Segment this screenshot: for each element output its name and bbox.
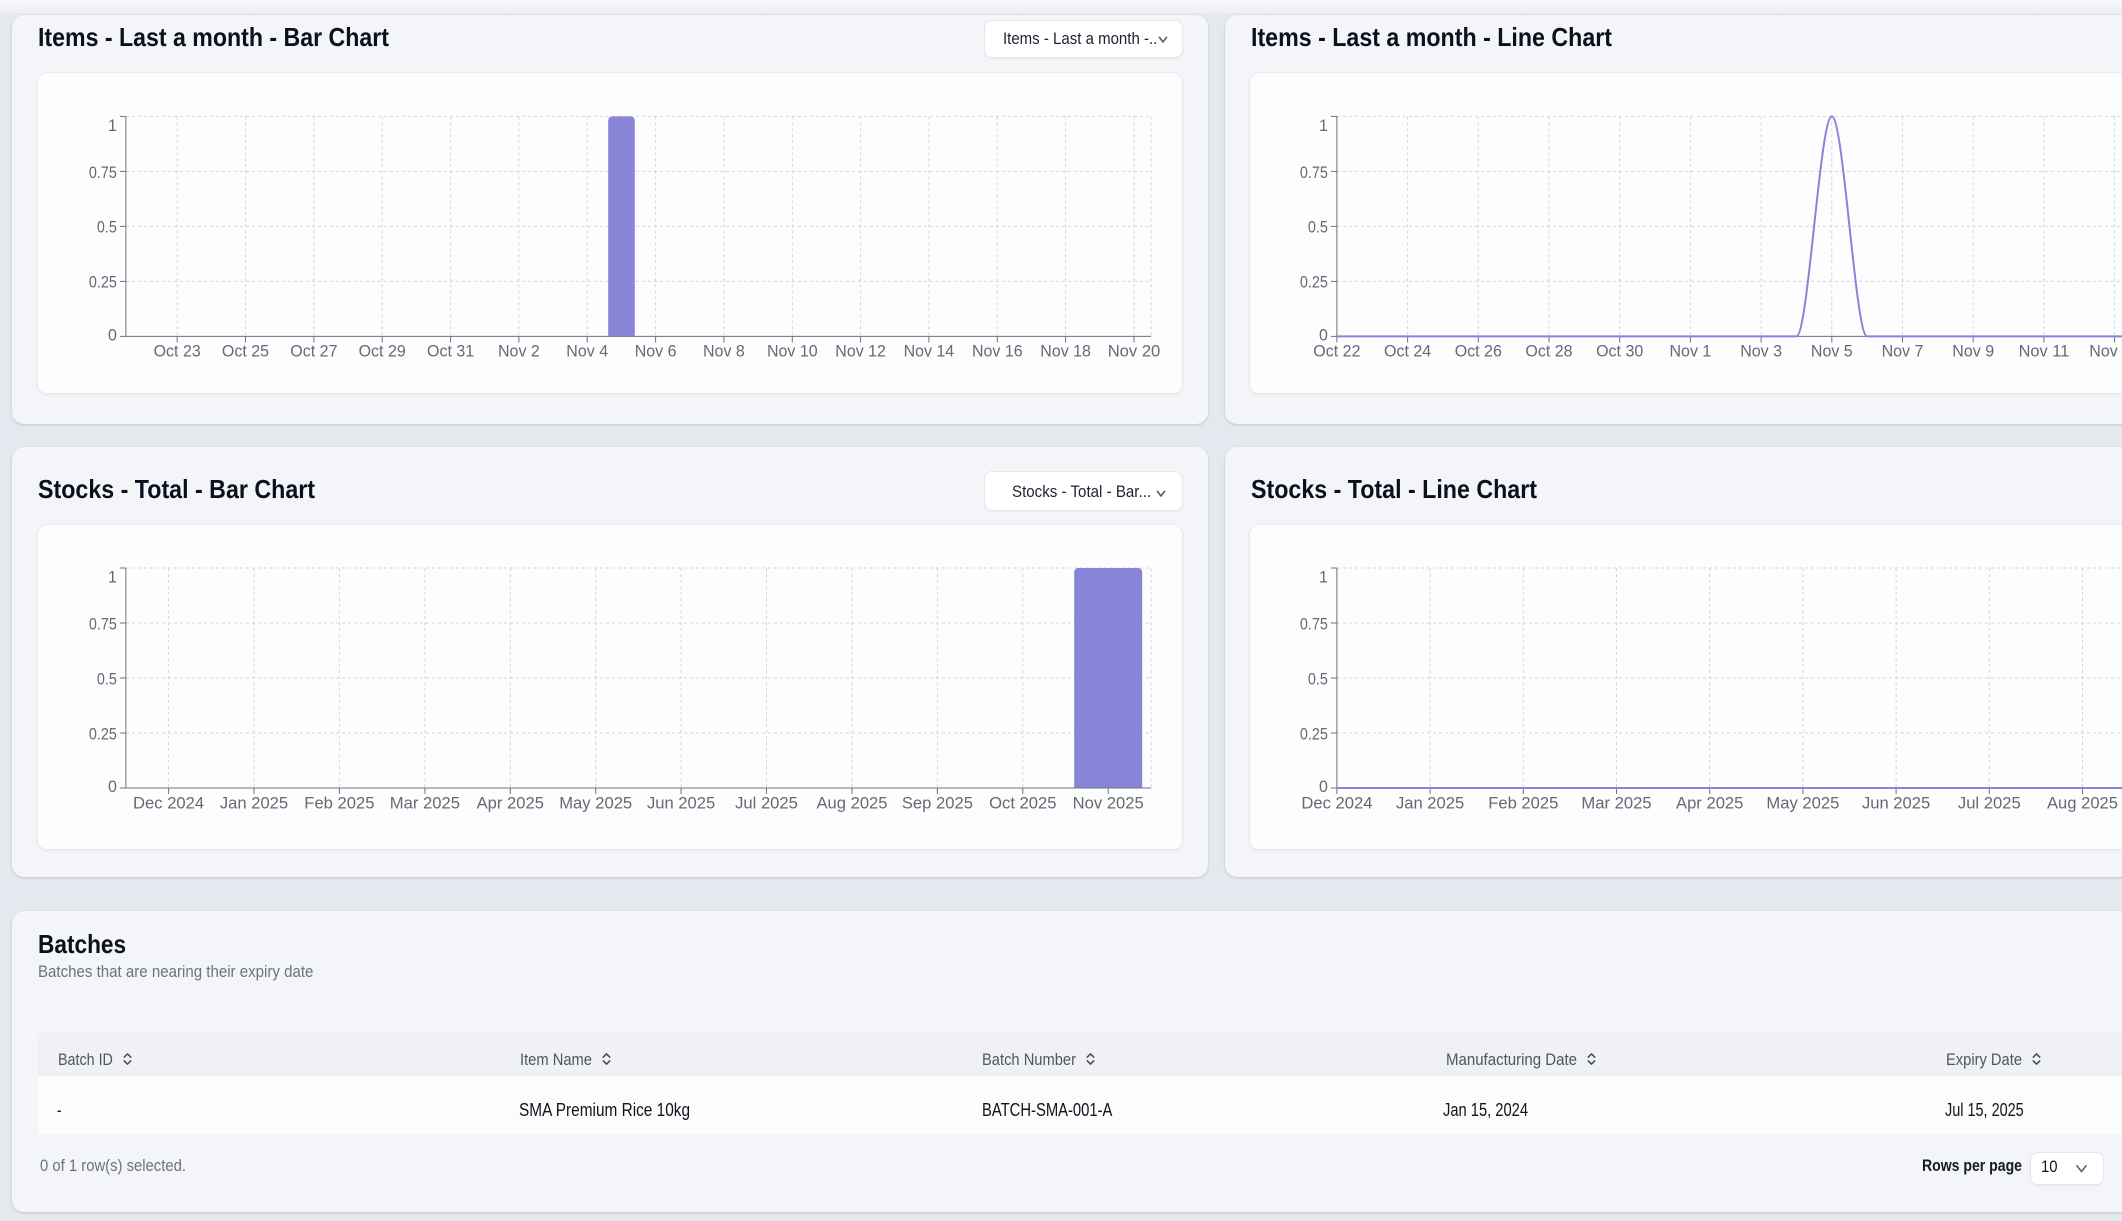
svg-text:Oct 25: Oct 25 (222, 342, 269, 361)
svg-text:0.75: 0.75 (1300, 163, 1328, 182)
svg-text:May 2025: May 2025 (1766, 793, 1839, 812)
svg-text:Nov 1: Nov 1 (1670, 342, 1712, 361)
svg-text:1: 1 (108, 116, 117, 135)
svg-text:Jan 2025: Jan 2025 (220, 793, 288, 812)
svg-text:0.25: 0.25 (1300, 724, 1328, 743)
svg-text:Nov 8: Nov 8 (703, 342, 745, 361)
svg-text:Jun 2025: Jun 2025 (647, 793, 715, 812)
svg-text:Apr 2025: Apr 2025 (1676, 793, 1743, 812)
svg-text:Oct 29: Oct 29 (359, 342, 406, 361)
svg-text:Nov 7: Nov 7 (1882, 342, 1924, 361)
svg-text:0.5: 0.5 (97, 218, 117, 237)
svg-text:0.5: 0.5 (1308, 218, 1328, 237)
svg-text:Nov 13: Nov 13 (2089, 342, 2122, 361)
svg-text:Oct 28: Oct 28 (1525, 342, 1572, 361)
svg-text:Aug 2025: Aug 2025 (816, 793, 887, 812)
svg-text:Nov 16: Nov 16 (972, 342, 1023, 361)
svg-text:0.75: 0.75 (89, 163, 117, 182)
svg-text:0.25: 0.25 (89, 724, 117, 743)
svg-text:Jul 2025: Jul 2025 (1958, 793, 2021, 812)
svg-text:Sep 2025: Sep 2025 (902, 793, 973, 812)
svg-text:Nov 9: Nov 9 (1952, 342, 1994, 361)
svg-text:Oct 24: Oct 24 (1384, 342, 1431, 361)
svg-text:Oct 23: Oct 23 (154, 342, 201, 361)
svg-text:Nov 2025: Nov 2025 (1073, 793, 1144, 812)
svg-text:Oct 26: Oct 26 (1455, 342, 1502, 361)
svg-text:Nov 3: Nov 3 (1740, 342, 1782, 361)
svg-text:Apr 2025: Apr 2025 (477, 793, 544, 812)
svg-text:Jul 2025: Jul 2025 (735, 793, 798, 812)
svg-text:Nov 11: Nov 11 (2019, 342, 2070, 361)
svg-text:Nov 20: Nov 20 (1108, 342, 1161, 361)
svg-text:0: 0 (108, 777, 117, 796)
svg-text:Oct 27: Oct 27 (290, 342, 337, 361)
svg-text:0.25: 0.25 (89, 273, 117, 292)
svg-text:Feb 2025: Feb 2025 (304, 793, 374, 812)
svg-text:Oct 2025: Oct 2025 (989, 793, 1056, 812)
svg-text:Nov 5: Nov 5 (1811, 342, 1853, 361)
svg-text:0: 0 (108, 326, 117, 345)
svg-text:0.5: 0.5 (1308, 669, 1328, 688)
svg-text:Nov 6: Nov 6 (635, 342, 677, 361)
svg-text:1: 1 (108, 568, 117, 587)
svg-text:Nov 10: Nov 10 (767, 342, 818, 361)
svg-text:Jan 2025: Jan 2025 (1396, 793, 1464, 812)
svg-text:Nov 14: Nov 14 (904, 342, 955, 361)
svg-text:May 2025: May 2025 (559, 793, 632, 812)
svg-text:Mar 2025: Mar 2025 (390, 793, 460, 812)
svg-text:0.25: 0.25 (1300, 273, 1328, 292)
svg-text:Nov 4: Nov 4 (566, 342, 608, 361)
svg-text:Feb 2025: Feb 2025 (1488, 793, 1558, 812)
svg-text:Oct 31: Oct 31 (427, 342, 474, 361)
svg-text:1: 1 (1319, 116, 1328, 135)
svg-text:Dec 2024: Dec 2024 (133, 793, 204, 812)
svg-text:Jun 2025: Jun 2025 (1862, 793, 1930, 812)
svg-text:0.75: 0.75 (1300, 615, 1328, 634)
svg-text:Mar 2025: Mar 2025 (1581, 793, 1651, 812)
svg-text:0.5: 0.5 (97, 669, 117, 688)
svg-text:0.75: 0.75 (89, 615, 117, 634)
svg-text:Nov 2: Nov 2 (498, 342, 540, 361)
svg-text:Nov 18: Nov 18 (1040, 342, 1091, 361)
svg-text:Dec 2024: Dec 2024 (1301, 793, 1372, 812)
svg-text:Oct 22: Oct 22 (1313, 342, 1360, 361)
svg-text:Aug 2025: Aug 2025 (2047, 793, 2118, 812)
svg-text:1: 1 (1319, 568, 1328, 587)
svg-text:Nov 12: Nov 12 (835, 342, 886, 361)
svg-text:Oct 30: Oct 30 (1596, 342, 1643, 361)
